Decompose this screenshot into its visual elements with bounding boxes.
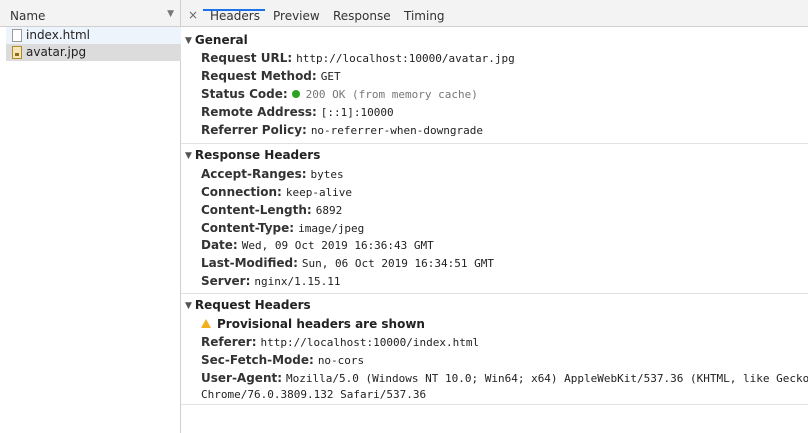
header-row-referrer-policy: Referrer Policy: no-referrer-when-downgra… xyxy=(201,123,483,137)
header-value: no-referrer-when-downgrade xyxy=(310,124,483,137)
header-value: keep-alive xyxy=(285,186,353,199)
header-key: Connection: xyxy=(201,185,282,199)
header-row-status-code: Status Code: 200 OK (from memory cache) xyxy=(201,87,478,101)
response-headers-toggle[interactable]: ▼ Response Headers xyxy=(185,148,320,162)
tab-headers[interactable]: Headers xyxy=(210,9,260,23)
request-details-panel: × Headers Preview Response Timing ▼ Gener… xyxy=(181,0,808,433)
general-section: ▼ General Request URL: http://localhost:10… xyxy=(181,28,808,144)
header-value: Sun, 06 Oct 2019 16:34:51 GMT xyxy=(301,257,494,270)
header-key: Date: xyxy=(201,238,238,252)
header-value: 6892 xyxy=(315,204,343,217)
tab-preview[interactable]: Preview xyxy=(273,9,320,23)
header-row-last-modified: Last-Modified: Sun, 06 Oct 2019 16:34:51 … xyxy=(201,256,494,270)
header-key: Sec-Fetch-Mode: xyxy=(201,353,314,367)
header-row-date: Date: Wed, 09 Oct 2019 16:36:43 GMT xyxy=(201,238,434,252)
header-key: Content-Type: xyxy=(201,221,295,235)
document-icon xyxy=(12,29,22,42)
header-key: Last-Modified: xyxy=(201,256,298,270)
header-key: Accept-Ranges: xyxy=(201,167,307,181)
triangle-down-icon: ▼ xyxy=(185,151,192,161)
request-item-label: avatar.jpg xyxy=(26,45,87,59)
header-key: Server: xyxy=(201,274,251,288)
header-row-content-type: Content-Type: image/jpeg xyxy=(201,221,364,235)
tab-response[interactable]: Response xyxy=(333,9,391,23)
chevron-down-icon[interactable]: ▼ xyxy=(167,9,174,19)
header-value: http://localhost:10000/avatar.jpg xyxy=(296,52,515,65)
header-key: Referrer Policy: xyxy=(201,123,307,137)
header-value: bytes xyxy=(310,168,344,181)
header-value: image/jpeg xyxy=(298,222,365,235)
triangle-down-icon: ▼ xyxy=(185,36,192,46)
header-row-connection: Connection: keep-alive xyxy=(201,185,352,199)
request-headers-toggle[interactable]: ▼ Request Headers xyxy=(185,298,311,312)
triangle-down-icon: ▼ xyxy=(185,301,192,311)
header-value: 200 OK (from memory cache) xyxy=(305,88,478,101)
header-value: http://localhost:10000/index.html xyxy=(260,336,480,349)
header-row-request-url: Request URL: http://localhost:10000/avata… xyxy=(201,51,515,65)
header-row-request-method: Request Method: GET xyxy=(201,69,341,83)
header-row-user-agent: User-Agent: Mozilla/5.0 (Windows NT 10.0;… xyxy=(201,371,808,385)
provisional-headers-warning: Provisional headers are shown xyxy=(201,317,425,331)
header-row-server: Server: nginx/1.15.11 xyxy=(201,274,340,288)
header-key: Request URL: xyxy=(201,51,293,65)
user-agent-continuation: Chrome/76.0.3809.132 Safari/537.36 xyxy=(201,388,427,401)
request-list-panel: Name ▼ index.html avatar.jpg xyxy=(0,0,181,433)
general-section-toggle[interactable]: ▼ General xyxy=(185,33,248,47)
header-row-remote-address: Remote Address: [::1]:10000 xyxy=(201,105,394,119)
tab-timing[interactable]: Timing xyxy=(404,9,445,23)
request-item-avatar-jpg[interactable]: avatar.jpg xyxy=(6,44,181,61)
warning-icon xyxy=(201,319,211,328)
request-headers-section: ▼ Request Headers Provisional headers are… xyxy=(181,295,808,405)
warning-text: Provisional headers are shown xyxy=(217,317,425,331)
header-key: User-Agent: xyxy=(201,371,283,385)
header-value: no-cors xyxy=(317,354,365,367)
details-tab-bar: × Headers Preview Response Timing xyxy=(181,0,808,27)
section-title: General xyxy=(194,33,248,47)
response-headers-section: ▼ Response Headers Accept-Ranges: bytes Co… xyxy=(181,145,808,294)
header-value: Mozilla/5.0 (Windows NT 10.0; Win64; x64… xyxy=(286,372,808,385)
section-title: Request Headers xyxy=(194,298,311,312)
header-value: nginx/1.15.11 xyxy=(254,275,341,288)
header-key: Content-Length: xyxy=(201,203,312,217)
header-key: Remote Address: xyxy=(201,105,317,119)
status-dot-icon xyxy=(291,89,300,98)
request-list-header[interactable]: Name ▼ xyxy=(0,0,180,27)
header-row-referer: Referer: http://localhost:10000/index.htm… xyxy=(201,335,479,349)
request-item-index-html[interactable]: index.html xyxy=(6,27,181,44)
close-icon[interactable]: × xyxy=(188,8,198,22)
header-value: Wed, 09 Oct 2019 16:36:43 GMT xyxy=(241,239,434,252)
header-key: Request Method: xyxy=(201,69,317,83)
header-row-content-length: Content-Length: 6892 xyxy=(201,203,342,217)
header-key: Status Code: xyxy=(201,87,288,101)
header-key: Referer: xyxy=(201,335,257,349)
request-item-label: index.html xyxy=(26,28,90,42)
header-value: GET xyxy=(320,70,341,83)
image-icon xyxy=(12,46,22,59)
name-column-header[interactable]: Name xyxy=(10,9,45,23)
header-row-accept-ranges: Accept-Ranges: bytes xyxy=(201,167,344,181)
section-title: Response Headers xyxy=(194,148,321,162)
active-tab-indicator xyxy=(203,9,265,11)
header-row-sec-fetch-mode: Sec-Fetch-Mode: no-cors xyxy=(201,353,364,367)
header-value: [::1]:10000 xyxy=(320,106,394,119)
